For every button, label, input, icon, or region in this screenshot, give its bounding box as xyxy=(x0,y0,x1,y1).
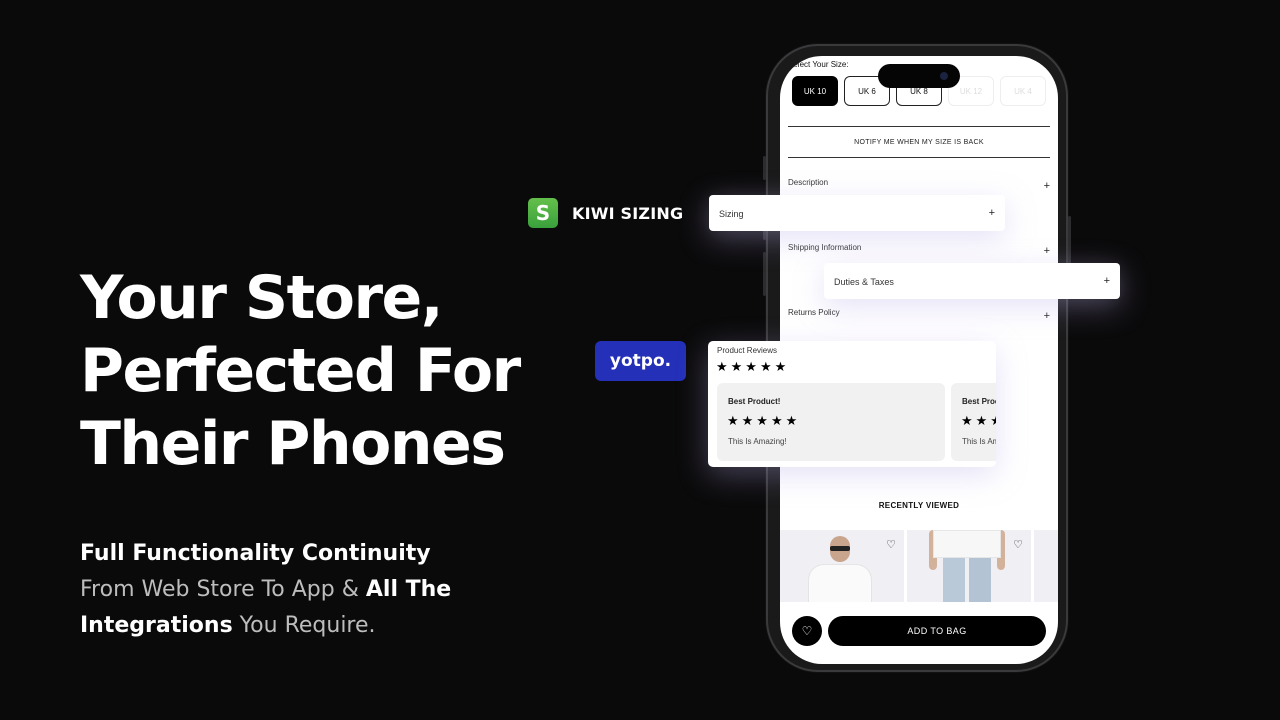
phone-side-button xyxy=(763,252,766,296)
product-card[interactable] xyxy=(1034,530,1058,602)
accordion-label: Sizing xyxy=(719,209,744,219)
accordion-returns[interactable]: Returns Policy + xyxy=(788,308,1050,322)
add-to-bag-button[interactable]: ADD TO BAG xyxy=(828,616,1046,646)
kiwi-brand-name: KIWI SIZING xyxy=(572,203,684,223)
promo-stage: Your Store, Perfected For Their Phones F… xyxy=(0,0,1280,720)
recently-viewed-title: RECENTLY VIEWED xyxy=(878,501,960,510)
dynamic-island xyxy=(878,64,960,88)
heart-icon: ♡ xyxy=(801,624,813,638)
star-rating: ★★★★★ xyxy=(961,413,996,428)
plus-icon: + xyxy=(988,207,995,219)
product-image xyxy=(830,546,850,551)
heart-icon[interactable]: ♡ xyxy=(886,538,896,551)
sub-bold: Full Functionality Continuity xyxy=(80,541,431,566)
select-size-label: Select Your Size: xyxy=(788,60,849,69)
product-reviews-card: Product Reviews ★★★★★ Best Product! ★★★★… xyxy=(708,341,996,467)
yotpo-logo: yotpo. xyxy=(595,341,686,381)
accordion-description[interactable]: Description + xyxy=(788,178,1050,192)
product-card[interactable]: ♡ xyxy=(907,530,1031,602)
product-card[interactable]: ♡ xyxy=(780,530,904,602)
sub-regular: From Web Store To App & xyxy=(80,577,366,602)
sizing-accordion-card[interactable]: Sizing + xyxy=(709,195,1005,231)
plus-icon: + xyxy=(1103,275,1110,287)
review-item: Best Product! ★★★★★ This Is Amazing! xyxy=(951,383,996,461)
duties-accordion-card[interactable]: Duties & Taxes + xyxy=(824,263,1120,299)
kiwi-logo-icon: S xyxy=(528,198,558,228)
plus-icon: + xyxy=(1043,310,1050,322)
plus-icon: + xyxy=(1043,245,1050,257)
headline-line: Your Store, xyxy=(80,263,444,333)
star-rating: ★★★★★ xyxy=(727,413,801,428)
product-image xyxy=(969,558,991,602)
review-item: Best Product! ★★★★★ This Is Amazing! xyxy=(717,383,945,461)
accordion-shipping[interactable]: Shipping Information + xyxy=(788,243,1050,257)
accordion-label: Returns Policy xyxy=(788,308,840,317)
review-title: Best Product! xyxy=(962,397,996,406)
size-option[interactable]: UK 4 xyxy=(1000,76,1046,106)
hero-subtext: Full Functionality Continuity From Web S… xyxy=(80,536,500,644)
wishlist-button[interactable]: ♡ xyxy=(792,616,822,646)
plus-icon: + xyxy=(1043,180,1050,192)
star-rating: ★★★★★ xyxy=(716,359,790,374)
accordion-label: Description xyxy=(788,178,829,187)
headline-line: Perfected For xyxy=(80,336,521,406)
product-image xyxy=(943,558,965,602)
sub-regular: You Require. xyxy=(232,613,376,638)
review-body: This Is Amazing! xyxy=(962,437,996,446)
reviews-title: Product Reviews xyxy=(717,346,778,355)
bottom-action-bar: ♡ ADD TO BAG xyxy=(780,612,1058,652)
product-image xyxy=(933,530,1001,558)
accordion-label: Shipping Information xyxy=(788,243,862,252)
hero-headline: Your Store, Perfected For Their Phones xyxy=(80,262,521,481)
product-image xyxy=(808,564,872,602)
heart-icon[interactable]: ♡ xyxy=(1013,538,1023,551)
sub-bold: All The xyxy=(365,577,452,602)
review-body: This Is Amazing! xyxy=(728,437,787,446)
recently-viewed-list: ♡ ♡ xyxy=(780,530,1058,602)
headline-line: Their Phones xyxy=(80,409,506,479)
size-option[interactable]: UK 10 xyxy=(792,76,838,106)
phone-side-button xyxy=(763,156,766,180)
kiwi-sizing-brand: S KIWI SIZING xyxy=(528,198,683,228)
notify-me-button[interactable]: NOTIFY ME WHEN MY SIZE IS BACK xyxy=(788,126,1050,158)
accordion-label: Duties & Taxes xyxy=(834,277,894,287)
sub-bold: Integrations xyxy=(80,613,233,638)
review-title: Best Product! xyxy=(728,397,781,406)
camera-icon xyxy=(940,72,948,80)
